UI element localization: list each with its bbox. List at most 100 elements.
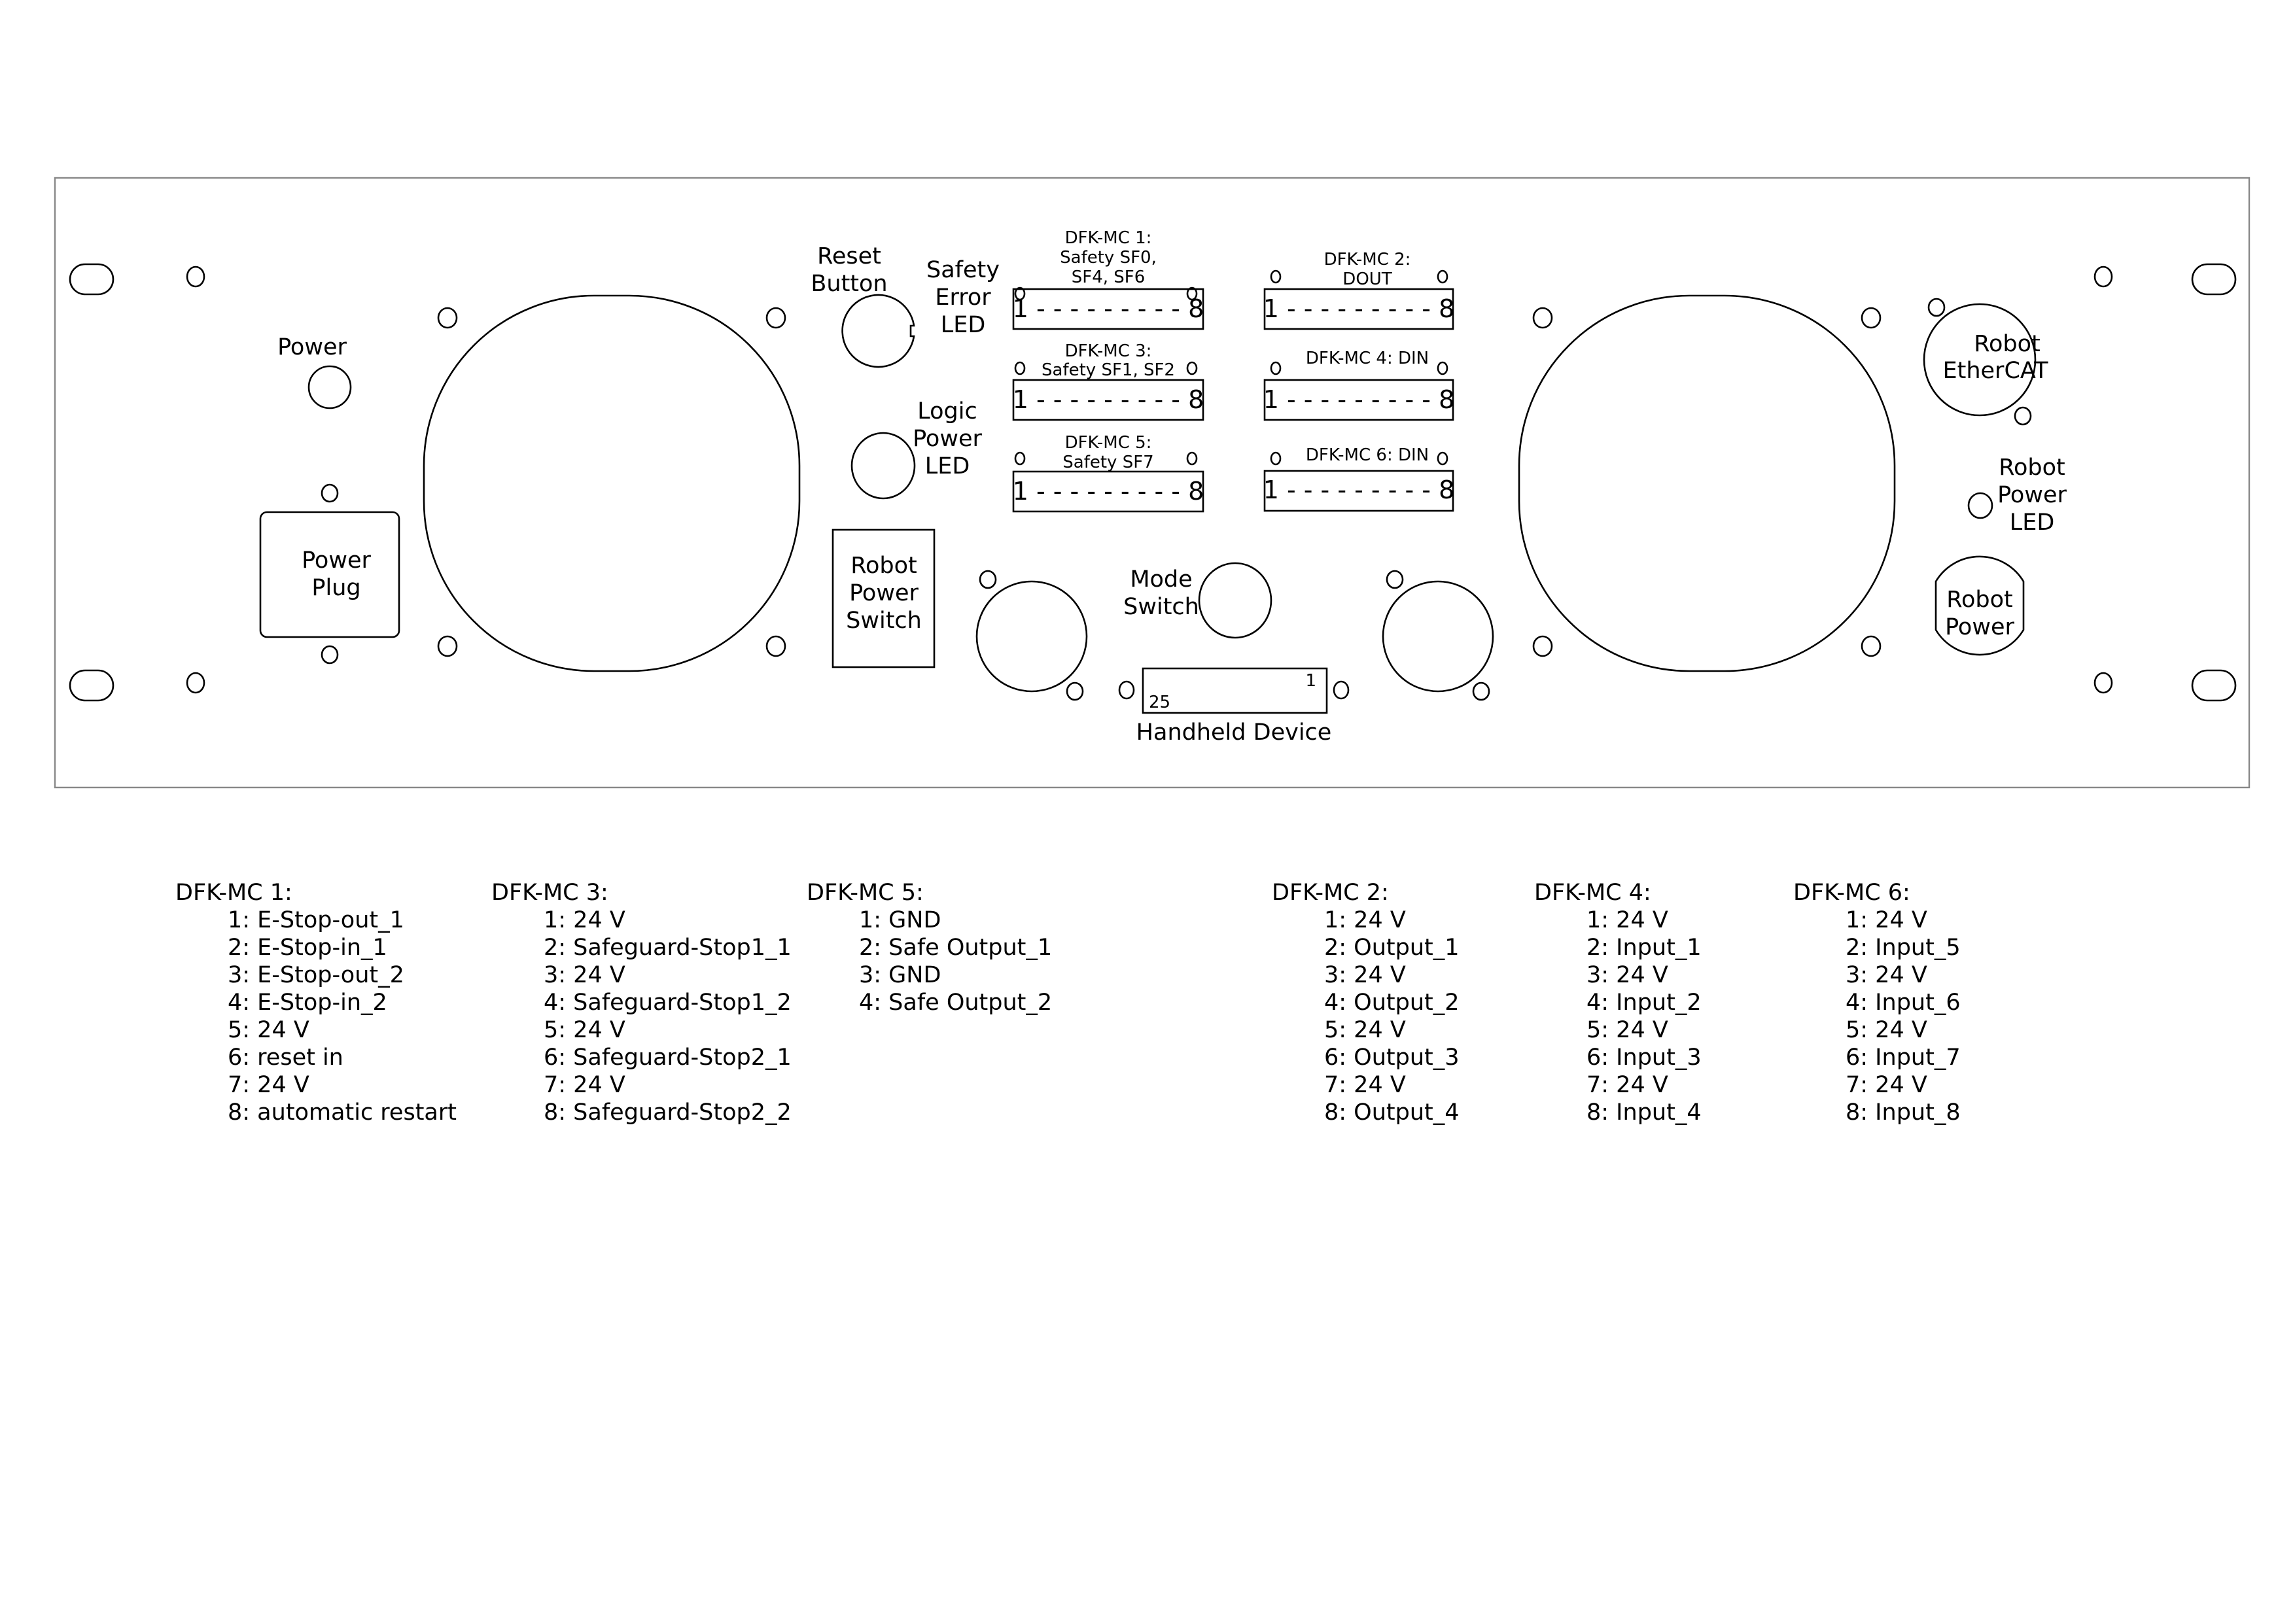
legend-pin: 2: Input_5 <box>1846 935 1961 961</box>
fan-screw-hole <box>1861 307 1882 329</box>
dfk-mc-1-title-2: Safety SF0, <box>1060 248 1157 268</box>
power-led-icon <box>307 365 352 409</box>
fan-opening-right <box>1518 294 1896 672</box>
legend-pin: 7: 24 V <box>228 1072 309 1098</box>
legend-title: DFK-MC 1: <box>175 880 292 906</box>
dfk-mc-5-title-2: Safety SF7 <box>1062 453 1153 472</box>
legend-pin-list: 1: GND 2: Safe Output_1 3: GND 4: Safe O… <box>807 907 1052 1016</box>
dfk-mc-4-pins: 1 - - - - - - - - - 8 <box>1263 385 1455 414</box>
connector-dfk-mc-1[interactable]: DFK-MC 1: Safety SF0, SF4, SF6 1 - - - -… <box>1012 228 1204 330</box>
legend-title: DFK-MC 5: <box>807 880 924 906</box>
legend-pin: 3: 24 V <box>544 962 625 988</box>
legend-pin: 3: 24 V <box>1586 962 1668 988</box>
dfk-mc-1-title-3: SF4, SF6 <box>1072 268 1146 287</box>
robot-ethercat-label-1: Robot <box>1974 331 2041 357</box>
handheld-pin-first: 1 <box>1305 671 1316 691</box>
legend-pin: 2: Output_1 <box>1324 935 1460 961</box>
connector-dfk-mc-5[interactable]: DFK-MC 5: Safety SF7 1 - - - - - - - - -… <box>1012 433 1204 513</box>
legend-pin: 4: Input_2 <box>1586 990 1702 1016</box>
connector-dfk-mc-6[interactable]: DFK-MC 6: DIN 1 - - - - - - - - - 8 <box>1263 445 1455 512</box>
logic-power-led-label-1: Logic <box>917 398 977 424</box>
connector-dfk-mc-2[interactable]: DFK-MC 2: DOUT 1 - - - - - - - - - 8 <box>1263 250 1455 330</box>
power-plug-label-1: Power <box>302 547 371 574</box>
legend-pin: 1: 24 V <box>1846 907 1927 933</box>
logic-power-led-label-3: LED <box>925 453 970 479</box>
mode-switch-label-2: Switch <box>1123 594 1199 620</box>
dfk-mc-3-pins: 1 - - - - - - - - - 8 <box>1013 385 1204 414</box>
legend-pin: 3: E-Stop-out_2 <box>228 962 404 988</box>
dfk-mc-3-title-1: DFK-MC 3: <box>1065 341 1152 361</box>
robot-power-led-label-1: Robot <box>1999 455 2065 481</box>
mounting-hole <box>1472 682 1490 701</box>
legend-pin: 3: GND <box>859 962 941 988</box>
robot-power-switch-label-2: Power <box>849 580 919 606</box>
fan-screw-hole <box>437 307 458 329</box>
legend-title: DFK-MC 2: <box>1272 880 1389 906</box>
mounting-slot <box>2191 263 2237 296</box>
robot-power-switch-label-1: Robot <box>850 553 917 579</box>
legend-pin: 6: Input_7 <box>1846 1045 1961 1071</box>
mode-switch[interactable] <box>1198 562 1272 639</box>
reset-button[interactable] <box>841 294 915 368</box>
round-connector-right[interactable] <box>1382 580 1494 693</box>
legend-title: DFK-MC 3: <box>491 880 608 906</box>
legend-pin: 8: automatic restart <box>228 1099 457 1126</box>
handheld-device-label: Handheld Device <box>1136 719 1332 746</box>
mounting-hole <box>186 266 205 288</box>
legend-pin: 4: Safeguard-Stop1_2 <box>544 990 792 1016</box>
handheld-device-connector[interactable] <box>1142 667 1328 714</box>
legend-pin: 5: 24 V <box>1324 1017 1406 1043</box>
mounting-hole <box>2094 266 2113 288</box>
connector-dfk-mc-3[interactable]: DFK-MC 3: Safety SF1, SF2 1 - - - - - - … <box>1012 341 1204 421</box>
robot-power-label-1: Robot <box>1946 587 2013 613</box>
dfk-mc-3-title-2: Safety SF1, SF2 <box>1042 360 1175 380</box>
mounting-hole <box>1437 451 1448 466</box>
legend-pin: 3: 24 V <box>1846 962 1927 988</box>
connector-dfk-mc-4[interactable]: DFK-MC 4: DIN 1 - - - - - - - - - 8 <box>1263 349 1455 421</box>
legend-pin-list: 1: 24 V 2: Input_5 3: 24 V 4: Input_6 5:… <box>1793 907 1961 1126</box>
legend-pin: 2: E-Stop-in_1 <box>228 935 387 961</box>
mounting-hole <box>1186 361 1198 375</box>
front-panel-drawing: Power Power Plug Reset Button Safety Err… <box>54 177 2251 789</box>
mounting-hole <box>1270 269 1282 284</box>
dfk-mc-5-title-1: DFK-MC 5: <box>1065 433 1152 453</box>
legend-pin: 7: 24 V <box>1324 1072 1406 1098</box>
dfk-mc-5-pins: 1 - - - - - - - - - 8 <box>1013 477 1204 506</box>
mounting-hole <box>1066 682 1084 701</box>
round-connector-left[interactable] <box>975 580 1088 693</box>
mounting-hole <box>1333 680 1350 700</box>
mounting-hole <box>1014 361 1026 375</box>
legend-pin: 3: 24 V <box>1324 962 1406 988</box>
logic-power-led-label-2: Power <box>913 426 982 452</box>
robot-power-switch-label-3: Switch <box>846 608 922 634</box>
fan-screw-hole <box>765 307 786 329</box>
fan-screw-hole <box>1532 635 1553 657</box>
mounting-hole <box>1437 361 1448 375</box>
legend-pin: 2: Input_1 <box>1586 935 1702 961</box>
safety-error-led-label-1: Safety <box>926 257 1000 283</box>
mounting-hole <box>1186 451 1198 466</box>
legend-pin: 8: Input_4 <box>1586 1099 1702 1126</box>
mounting-slot <box>2191 669 2237 702</box>
fan-screw-hole <box>437 635 458 657</box>
legend-pin: 6: Safeguard-Stop2_1 <box>544 1045 792 1071</box>
legend-pin: 6: reset in <box>228 1045 343 1071</box>
legend-pin: 1: 24 V <box>1324 907 1406 933</box>
mounting-hole <box>2014 406 2032 426</box>
robot-power-label-2: Power <box>1945 614 2014 640</box>
legend-pin: 8: Output_4 <box>1324 1099 1460 1126</box>
legend-pin: 4: E-Stop-in_2 <box>228 990 387 1016</box>
legend-pin: 1: GND <box>859 907 941 933</box>
fan-opening-left <box>423 294 801 672</box>
mounting-hole <box>2094 672 2113 694</box>
dfk-mc-6-pins: 1 - - - - - - - - - 8 <box>1263 475 1455 504</box>
mounting-hole <box>1386 570 1404 589</box>
legend-pin: 1: E-Stop-out_1 <box>228 907 404 933</box>
fan-screw-hole <box>765 635 786 657</box>
legend-dfk-mc-4: DFK-MC 4: 1: 24 V 2: Input_1 3: 24 V 4: … <box>1534 879 1702 1126</box>
mounting-hole <box>1118 680 1135 700</box>
legend-pin: 7: 24 V <box>1586 1072 1668 1098</box>
legend-title: DFK-MC 4: <box>1534 880 1651 906</box>
dfk-mc-4-title-1: DFK-MC 4: DIN <box>1306 349 1429 368</box>
robot-ethercat-label-2: EtherCAT <box>1943 358 2049 384</box>
